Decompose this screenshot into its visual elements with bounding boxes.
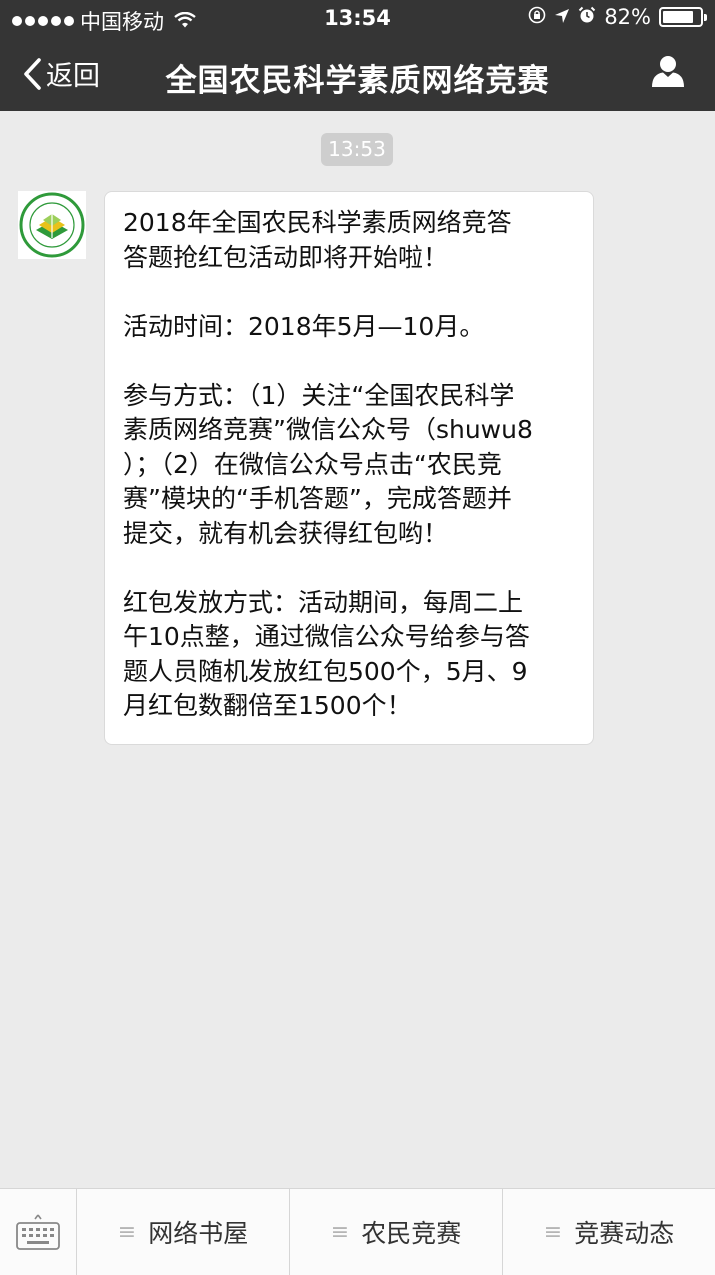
location-arrow-icon — [554, 5, 570, 29]
bottom-menu: ≡ 网络书屋 ≡ 农民竞赛 ≡ 竞赛动态 — [0, 1188, 715, 1275]
page-title: 全国农民科学素质网络竞赛 — [165, 63, 550, 99]
menu-lines-icon: ≡ — [543, 1219, 563, 1245]
menu-item-competition-news[interactable]: ≡ 竞赛动态 — [503, 1189, 715, 1275]
menu-lines-icon: ≡ — [117, 1219, 137, 1245]
keyboard-toggle-button[interactable] — [0, 1189, 77, 1275]
message-paragraph-time: 活动时间：2018年5月—10月。 — [123, 311, 485, 341]
person-icon[interactable] — [651, 54, 685, 92]
battery-icon — [659, 7, 707, 27]
menu-item-label: 竞赛动态 — [574, 1219, 675, 1248]
top-bar: 中国移动 13:54 82% 返回 全国农民科学素质网络竞赛 — [0, 0, 715, 111]
status-bar: 中国移动 13:54 82% — [0, 0, 715, 38]
menu-lines-icon: ≡ — [330, 1219, 350, 1245]
status-right: 82% — [528, 5, 707, 29]
message-bubble[interactable]: 2018年全国农民科学素质网络竞答 答题抢红包活动即将开始啦！ 活动时间：201… — [104, 191, 594, 745]
menu-item-farmer-competition[interactable]: ≡ 农民竞赛 — [290, 1189, 503, 1275]
keyboard-icon — [16, 1214, 60, 1250]
account-avatar[interactable] — [18, 191, 86, 259]
battery-percent: 82% — [604, 5, 651, 29]
alarm-icon — [578, 5, 596, 29]
rotation-lock-icon — [528, 5, 546, 29]
menu-item-label: 农民竞赛 — [361, 1219, 462, 1248]
menu-item-network-library[interactable]: ≡ 网络书屋 — [77, 1189, 290, 1275]
competition-logo-icon — [19, 192, 85, 258]
menu-item-label: 网络书屋 — [148, 1219, 249, 1248]
message-paragraph-participation: 参与方式：（1）关注“全国农民科学 素质网络竞赛”微信公众号（shuwu8 ）；… — [123, 380, 533, 548]
message-timestamp: 13:53 — [321, 133, 393, 166]
message-paragraph-intro: 2018年全国农民科学素质网络竞答 答题抢红包活动即将开始啦！ — [123, 208, 512, 272]
message-paragraph-distribution: 红包发放方式：活动期间，每周二上 午10点整，通过微信公众号给参与答 题人员随机… — [123, 587, 530, 721]
battery-fill — [663, 11, 693, 23]
nav-bar: 返回 全国农民科学素质网络竞赛 — [0, 38, 715, 111]
